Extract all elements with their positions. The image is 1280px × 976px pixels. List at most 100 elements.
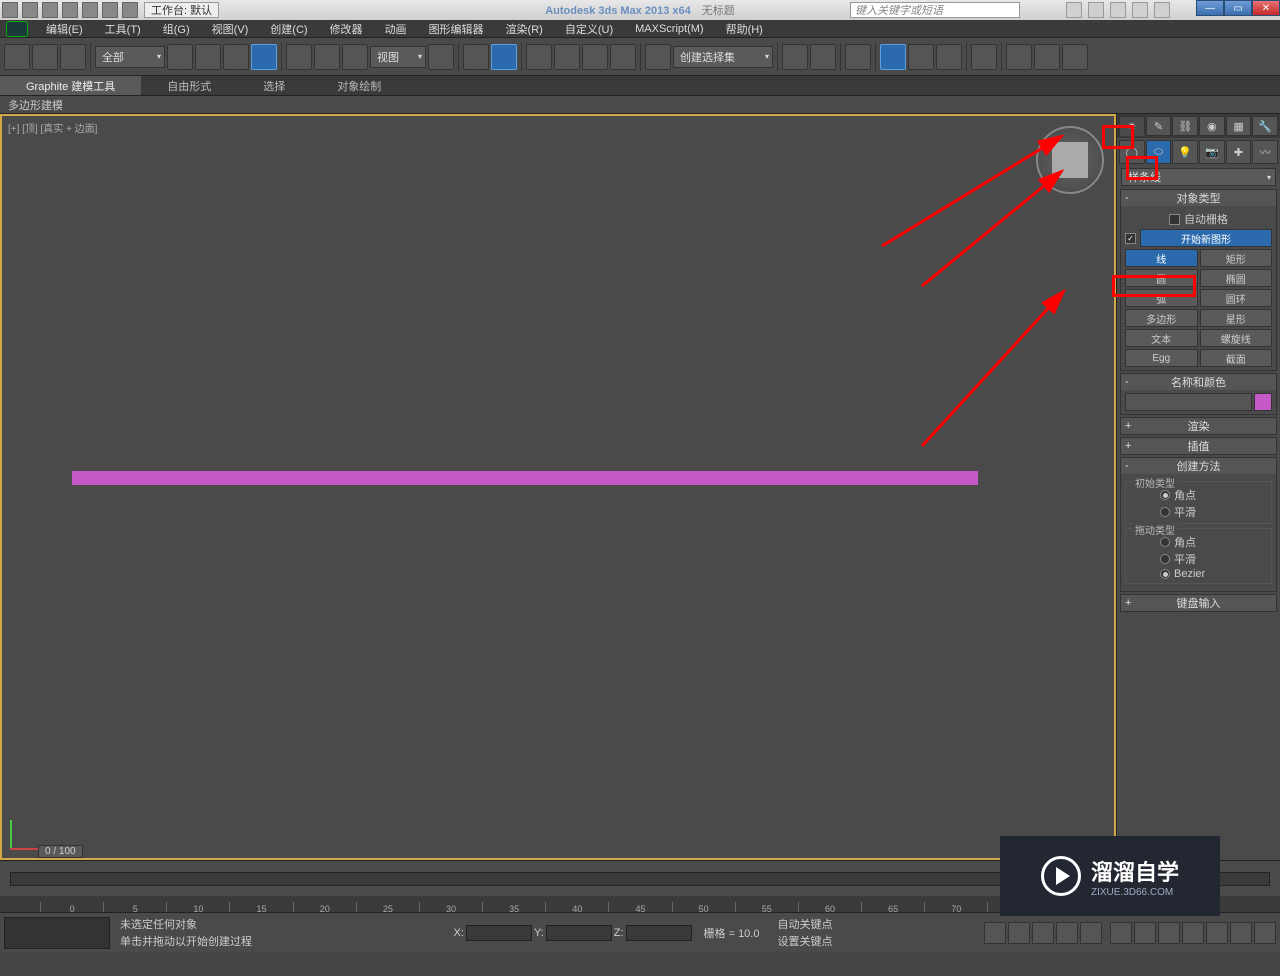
named-selection-sets[interactable]: 创建选择集 — [673, 46, 773, 68]
favorites-icon[interactable] — [1110, 2, 1126, 18]
subscription-icon[interactable] — [1066, 2, 1082, 18]
viewcube[interactable] — [1036, 126, 1104, 194]
material-editor-icon[interactable] — [971, 44, 997, 70]
goto-end-icon[interactable] — [1080, 922, 1102, 944]
initial-corner-radio[interactable] — [1160, 490, 1170, 500]
app-menu-icon[interactable] — [2, 2, 18, 18]
curve-editor-icon[interactable] — [908, 44, 934, 70]
menu-customize[interactable]: 自定义(U) — [555, 20, 623, 37]
maxscript-listener[interactable] — [4, 917, 110, 949]
spinner-snap-icon[interactable] — [610, 44, 636, 70]
menu-animation[interactable]: 动画 — [375, 20, 417, 37]
use-pivot-center-icon[interactable] — [428, 44, 454, 70]
time-frame-readout[interactable]: 0 / 100 — [38, 845, 83, 858]
shapes-icon[interactable]: ⬭ — [1146, 140, 1172, 164]
select-object-icon[interactable] — [167, 44, 193, 70]
egg-button[interactable]: Egg — [1125, 349, 1198, 367]
unlink-icon[interactable] — [32, 44, 58, 70]
menu-maxscript[interactable]: MAXScript(M) — [625, 20, 713, 37]
utilities-tab-icon[interactable]: 🔧 — [1252, 116, 1278, 136]
link-icon[interactable] — [122, 2, 138, 18]
select-rotate-icon[interactable] — [314, 44, 340, 70]
bind-spacewarp-icon[interactable] — [60, 44, 86, 70]
schematic-view-icon[interactable] — [936, 44, 962, 70]
pan-icon[interactable] — [1206, 922, 1228, 944]
cameras-icon[interactable]: 📷 — [1199, 140, 1225, 164]
maximize-viewport-icon[interactable] — [1254, 922, 1276, 944]
mirror-icon[interactable] — [782, 44, 808, 70]
lights-icon[interactable]: 💡 — [1172, 140, 1198, 164]
x-input[interactable] — [466, 925, 532, 941]
rollout-header-objecttype[interactable]: -对象类型 — [1121, 190, 1276, 206]
minimize-button[interactable]: — — [1196, 0, 1224, 16]
drag-corner-radio[interactable] — [1160, 537, 1170, 547]
menu-group[interactable]: 组(G) — [153, 20, 200, 37]
initial-smooth-radio[interactable] — [1160, 507, 1170, 517]
menu-edit[interactable]: 编辑(E) — [36, 20, 93, 37]
y-input[interactable] — [546, 925, 612, 941]
text-button[interactable]: 文本 — [1125, 329, 1198, 347]
ellipse-button[interactable]: 椭圆 — [1200, 269, 1273, 287]
layer-manager-icon[interactable] — [845, 44, 871, 70]
hierarchy-tab-icon[interactable]: ⛓ — [1172, 116, 1198, 136]
select-scale-icon[interactable] — [342, 44, 368, 70]
select-move-icon[interactable] — [286, 44, 312, 70]
donut-button[interactable]: 圆环 — [1200, 289, 1273, 307]
circle-button[interactable]: 圆 — [1125, 269, 1198, 287]
ribbon-tab-graphite[interactable]: Graphite 建模工具 — [0, 76, 141, 95]
line-button[interactable]: 线 — [1125, 249, 1198, 267]
menu-rendering[interactable]: 渲染(R) — [496, 20, 553, 37]
rectangle-button[interactable]: 矩形 — [1200, 249, 1273, 267]
help-icon[interactable] — [1154, 2, 1170, 18]
autokey-button[interactable]: 自动关键点 — [777, 916, 974, 932]
prev-frame-icon[interactable] — [1008, 922, 1030, 944]
section-button[interactable]: 截面 — [1200, 349, 1273, 367]
rollout-header-creation[interactable]: -创建方法 — [1121, 458, 1276, 474]
start-new-shape-button[interactable]: 开始新图形 — [1140, 229, 1272, 247]
save-icon[interactable] — [62, 2, 78, 18]
modify-tab-icon[interactable]: ✎ — [1146, 116, 1172, 136]
select-by-name-icon[interactable] — [195, 44, 221, 70]
undo-icon[interactable] — [82, 2, 98, 18]
keyboard-shortcut-icon[interactable] — [491, 44, 517, 70]
play-icon[interactable] — [1032, 922, 1054, 944]
startnewshape-checkbox[interactable]: ✓ — [1125, 233, 1136, 244]
signin-icon[interactable] — [1132, 2, 1148, 18]
menu-views[interactable]: 视图(V) — [202, 20, 259, 37]
arc-button[interactable]: 弧 — [1125, 289, 1198, 307]
display-tab-icon[interactable]: ▦ — [1226, 116, 1252, 136]
menu-grapheditors[interactable]: 图形编辑器 — [419, 20, 494, 37]
infocenter-search[interactable]: 键入关键字或短语 — [850, 2, 1020, 18]
graphite-toggle-icon[interactable] — [880, 44, 906, 70]
setkey-button[interactable]: 设置关键点 — [777, 933, 974, 949]
align-icon[interactable] — [810, 44, 836, 70]
helix-button[interactable]: 螺旋线 — [1200, 329, 1273, 347]
autogrid-checkbox[interactable] — [1169, 214, 1180, 225]
motion-tab-icon[interactable]: ◉ — [1199, 116, 1225, 136]
spacewarps-icon[interactable]: 〰 — [1252, 140, 1278, 164]
maximize-button[interactable]: ▭ — [1224, 0, 1252, 16]
edit-named-sel-icon[interactable] — [645, 44, 671, 70]
angle-snap-icon[interactable] — [554, 44, 580, 70]
percent-snap-icon[interactable] — [582, 44, 608, 70]
viewport-label[interactable]: [+] [顶] [真实 + 边面] — [8, 120, 97, 135]
window-crossing-icon[interactable] — [251, 44, 277, 70]
menu-modifiers[interactable]: 修改器 — [320, 20, 373, 37]
close-button[interactable]: ✕ — [1252, 0, 1280, 16]
open-icon[interactable] — [42, 2, 58, 18]
goto-start-icon[interactable] — [984, 922, 1006, 944]
rollout-header-render[interactable]: +渲染 — [1121, 418, 1276, 434]
ribbon-tab-objectpaint[interactable]: 对象绘制 — [311, 76, 407, 95]
orbit-icon[interactable] — [1230, 922, 1252, 944]
object-color-swatch[interactable] — [1254, 393, 1272, 411]
rendered-frame-icon[interactable] — [1034, 44, 1060, 70]
redo-icon[interactable] — [102, 2, 118, 18]
zoom-icon[interactable] — [1110, 922, 1132, 944]
spline-object[interactable] — [72, 471, 978, 485]
viewport-top[interactable]: [+] [顶] [真实 + 边面] — [0, 114, 1116, 860]
drag-smooth-radio[interactable] — [1160, 554, 1170, 564]
next-frame-icon[interactable] — [1056, 922, 1078, 944]
object-name-input[interactable] — [1125, 393, 1252, 411]
star-button[interactable]: 星形 — [1200, 309, 1273, 327]
create-tab-icon[interactable]: ✷ — [1119, 116, 1145, 136]
